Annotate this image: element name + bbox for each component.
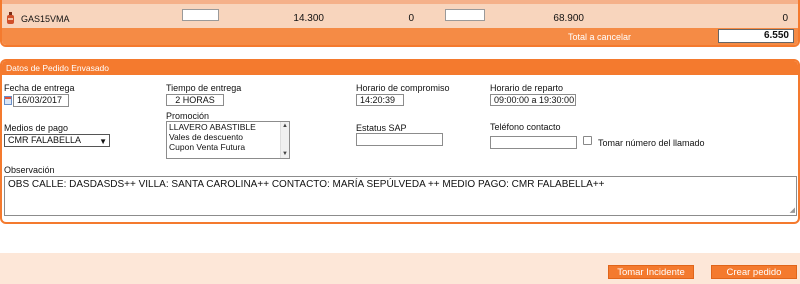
observation-text: OBS CALLE: DASDASDS++ VILLA: SANTA CAROL… [8,179,605,190]
product-panel: GAS15VMA 14.300 0 68.900 0 Total a cance… [0,0,800,47]
observation-textarea[interactable]: OBS CALLE: DASDASDS++ VILLA: SANTA CAROL… [4,176,797,216]
product-unit-price: 14.300 [293,13,324,24]
total-bar: Total a cancelar 6.550 [2,28,798,45]
commitment-time-label: Horario de compromiso [356,83,450,93]
promotion-label: Promoción [166,111,210,121]
promotion-scrollbar[interactable]: ▲ ▼ [280,122,289,158]
product-extra-input[interactable] [445,9,485,21]
promotion-option[interactable]: Vales de descuento [167,132,289,142]
dropdown-arrow-icon: ▼ [99,137,107,146]
product-quantity-input[interactable] [182,9,219,21]
gas-cylinder-icon [7,12,14,24]
commitment-time-field[interactable]: 14:20:39 [356,94,404,106]
product-last-value: 0 [782,13,788,24]
total-amount-field[interactable]: 6.550 [718,29,794,43]
scroll-up-icon[interactable]: ▲ [282,123,288,129]
contact-phone-field[interactable] [490,136,577,149]
take-call-number-checkbox[interactable] [583,136,592,145]
scroll-down-icon[interactable]: ▼ [282,151,288,157]
payment-method-value: CMR FALABELLA [8,135,82,145]
promotion-option[interactable]: LLAVERO ABASTIBLE [167,122,289,132]
delivery-schedule-label: Horario de reparto [490,83,564,93]
payment-method-select[interactable]: CMR FALABELLA ▼ [4,134,110,147]
delivery-time-label: Tiempo de entrega [166,83,242,93]
product-subtotal: 68.900 [553,13,584,24]
delivery-time-field[interactable]: 2 HORAS [166,94,224,106]
product-row: GAS15VMA 14.300 0 68.900 0 [2,0,798,28]
create-order-button[interactable]: Crear pedido [711,265,797,279]
order-panel-title: Datos de Pedido Envasado [6,63,110,73]
promotion-option[interactable]: Cupon Venta Futura [167,142,289,152]
resize-handle-icon[interactable]: ◢ [790,206,795,214]
total-label: Total a cancelar [568,32,632,42]
delivery-date-field[interactable]: 16/03/2017 [13,94,69,107]
product-row-top-strip [2,0,798,4]
calendar-icon[interactable] [4,96,12,105]
product-discount: 0 [408,13,414,24]
sap-status-field[interactable] [356,133,443,146]
sap-status-label: Estatus SAP [356,123,407,133]
order-panel-header: Datos de Pedido Envasado [2,61,798,75]
take-incident-button[interactable]: Tomar Incidente [608,265,694,279]
delivery-schedule-field[interactable]: 09:00:00 a 19:30:00 [490,94,576,106]
take-call-number-label: Tomar número del llamado [598,138,705,148]
delivery-date-label: Fecha de entrega [4,83,75,93]
product-code: GAS15VMA [21,14,70,24]
contact-phone-label: Teléfono contacto [490,122,561,132]
payment-method-label: Medios de pago [4,123,69,133]
promotion-listbox[interactable]: LLAVERO ABASTIBLE Vales de descuento Cup… [166,121,290,159]
observation-label: Observación [4,165,55,175]
